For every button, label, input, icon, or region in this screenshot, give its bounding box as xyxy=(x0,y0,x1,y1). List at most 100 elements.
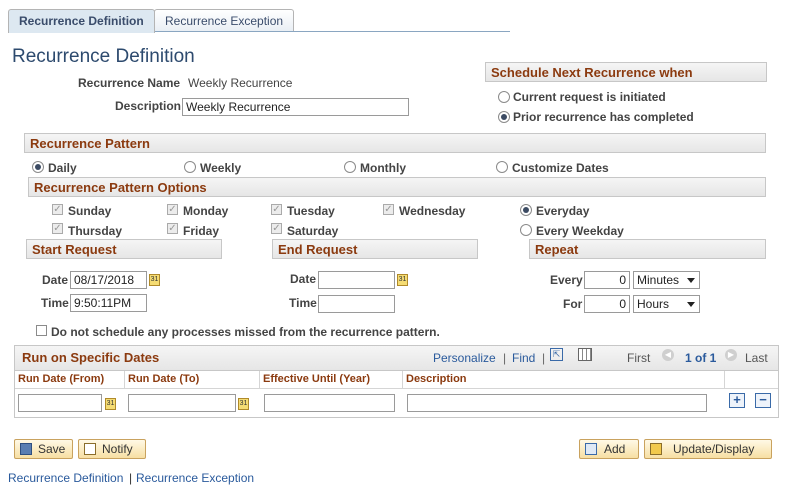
wednesday-label: Wednesday xyxy=(399,204,466,218)
radio-current-request[interactable] xyxy=(498,91,510,103)
schedule-next-header: Schedule Next Recurrence when xyxy=(485,62,767,82)
add-button[interactable]: Add xyxy=(579,439,639,459)
footer-link-separator: | xyxy=(129,471,133,485)
find-link[interactable]: Find xyxy=(512,351,535,365)
notify-button[interactable]: Notify xyxy=(78,439,146,459)
repeat-every-label: Every xyxy=(550,273,583,287)
friday-checkbox[interactable]: ✓ xyxy=(167,223,178,234)
description-label: Description xyxy=(115,99,182,113)
repeat-for-input[interactable]: 0 xyxy=(584,295,630,313)
add-row-icon[interactable]: + xyxy=(729,393,745,408)
repeat-every-unit-select[interactable]: Minutes xyxy=(633,271,700,289)
delete-row-icon[interactable]: − xyxy=(755,393,771,408)
end-request-header: End Request xyxy=(272,239,478,259)
monthly-label: Monthly xyxy=(360,161,406,175)
update-display-button[interactable]: Update/Display xyxy=(644,439,772,459)
next-page-icon[interactable]: ▶ xyxy=(725,349,737,361)
end-date-input[interactable] xyxy=(318,271,395,289)
every-weekday-label: Every Weekday xyxy=(536,224,624,238)
repeat-every-input[interactable]: 0 xyxy=(584,271,630,289)
run-date-from-calendar-icon[interactable]: 31 xyxy=(105,398,116,410)
end-date-label: Date xyxy=(290,272,317,286)
end-time-input[interactable] xyxy=(318,295,395,313)
col-run-date-from: Run Date (From) xyxy=(15,371,125,388)
personalize-link[interactable]: Personalize xyxy=(433,351,496,365)
repeat-every-unit-value: Minutes xyxy=(637,273,680,287)
notify-icon xyxy=(84,443,96,455)
repeat-header: Repeat xyxy=(529,239,766,259)
prior-recurrence-label: Prior recurrence has completed xyxy=(513,110,694,124)
start-request-header: Start Request xyxy=(26,239,222,259)
weekly-label: Weekly xyxy=(200,161,242,175)
radio-everyday[interactable] xyxy=(520,204,532,216)
radio-monthly[interactable] xyxy=(344,161,356,173)
everyday-label: Everyday xyxy=(536,204,590,218)
run-date-to-input[interactable] xyxy=(128,394,236,412)
radio-customize-dates[interactable] xyxy=(496,161,508,173)
add-icon xyxy=(585,443,597,455)
chevron-down-icon xyxy=(687,278,695,283)
chevron-down-icon xyxy=(687,302,695,307)
radio-prior-recurrence[interactable] xyxy=(498,111,510,123)
update-display-button-label: Update/Display xyxy=(673,442,755,456)
page-title: Recurrence Definition xyxy=(12,46,195,67)
prev-page-icon[interactable]: ◀ xyxy=(662,349,674,361)
repeat-for-unit-select[interactable]: Hours xyxy=(633,295,700,313)
description-input[interactable]: Weekly Recurrence xyxy=(182,98,409,116)
radio-daily[interactable] xyxy=(32,161,44,173)
run-date-to-calendar-icon[interactable]: 31 xyxy=(238,398,249,410)
pattern-options-header: Recurrence Pattern Options xyxy=(28,177,766,197)
friday-label: Friday xyxy=(183,224,220,238)
tab-recurrence-definition[interactable]: Recurrence Definition xyxy=(8,9,155,33)
page-range: 1 of 1 xyxy=(685,351,717,365)
first-label: First xyxy=(627,351,651,365)
last-label: Last xyxy=(745,351,768,365)
wednesday-checkbox[interactable]: ✓ xyxy=(383,204,394,215)
sunday-checkbox[interactable]: ✓ xyxy=(52,204,63,215)
footer-link-recurrence-exception[interactable]: Recurrence Exception xyxy=(136,471,254,485)
download-spreadsheet-icon[interactable] xyxy=(578,348,592,361)
recurrence-pattern-header: Recurrence Pattern xyxy=(24,133,766,153)
start-date-label: Date xyxy=(42,273,69,287)
add-button-label: Add xyxy=(604,442,626,456)
end-time-label: Time xyxy=(289,296,317,310)
tab-recurrence-exception[interactable]: Recurrence Exception xyxy=(154,9,295,32)
save-icon xyxy=(20,443,32,455)
end-date-calendar-icon[interactable]: 31 xyxy=(397,274,408,286)
update-icon xyxy=(650,443,662,455)
radio-weekly[interactable] xyxy=(184,161,196,173)
sunday-label: Sunday xyxy=(68,204,112,218)
start-time-input[interactable]: 9:50:11PM xyxy=(70,294,147,312)
save-button-label: Save xyxy=(38,442,66,456)
toolbar-separator-2: | xyxy=(542,351,546,365)
start-date-input[interactable]: 08/17/2018 xyxy=(70,271,147,289)
specific-dates-title: Run on Specific Dates xyxy=(22,350,160,365)
save-button[interactable]: Save xyxy=(14,439,73,459)
recurrence-name-label: Recurrence Name xyxy=(78,76,181,90)
col-description: Description xyxy=(403,371,725,388)
daily-label: Daily xyxy=(48,161,77,175)
tuesday-label: Tuesday xyxy=(287,204,335,218)
missed-processes-label: Do not schedule any processes missed fro… xyxy=(51,325,440,339)
footer-link-recurrence-definition[interactable]: Recurrence Definition xyxy=(8,471,123,485)
start-date-calendar-icon[interactable]: 31 xyxy=(149,274,160,286)
monday-label: Monday xyxy=(183,204,229,218)
saturday-checkbox[interactable]: ✓ xyxy=(271,223,282,234)
monday-checkbox[interactable]: ✓ xyxy=(167,204,178,215)
start-time-label: Time xyxy=(41,296,69,310)
notify-button-label: Notify xyxy=(102,442,133,456)
row-description-input[interactable] xyxy=(407,394,707,412)
radio-every-weekday[interactable] xyxy=(520,224,532,236)
recurrence-name-value: Weekly Recurrence xyxy=(188,76,293,90)
thursday-label: Thursday xyxy=(68,224,123,238)
thursday-checkbox[interactable]: ✓ xyxy=(52,223,63,234)
tuesday-checkbox[interactable]: ✓ xyxy=(271,204,282,215)
saturday-label: Saturday xyxy=(287,224,339,238)
toolbar-separator: | xyxy=(503,351,507,365)
effective-until-input[interactable] xyxy=(264,394,395,412)
run-date-from-input[interactable] xyxy=(18,394,102,412)
view-all-icon[interactable]: ⇱ xyxy=(550,348,563,361)
missed-processes-checkbox[interactable] xyxy=(36,325,47,336)
col-run-date-to: Run Date (To) xyxy=(125,371,260,388)
repeat-for-unit-value: Hours xyxy=(637,297,670,311)
